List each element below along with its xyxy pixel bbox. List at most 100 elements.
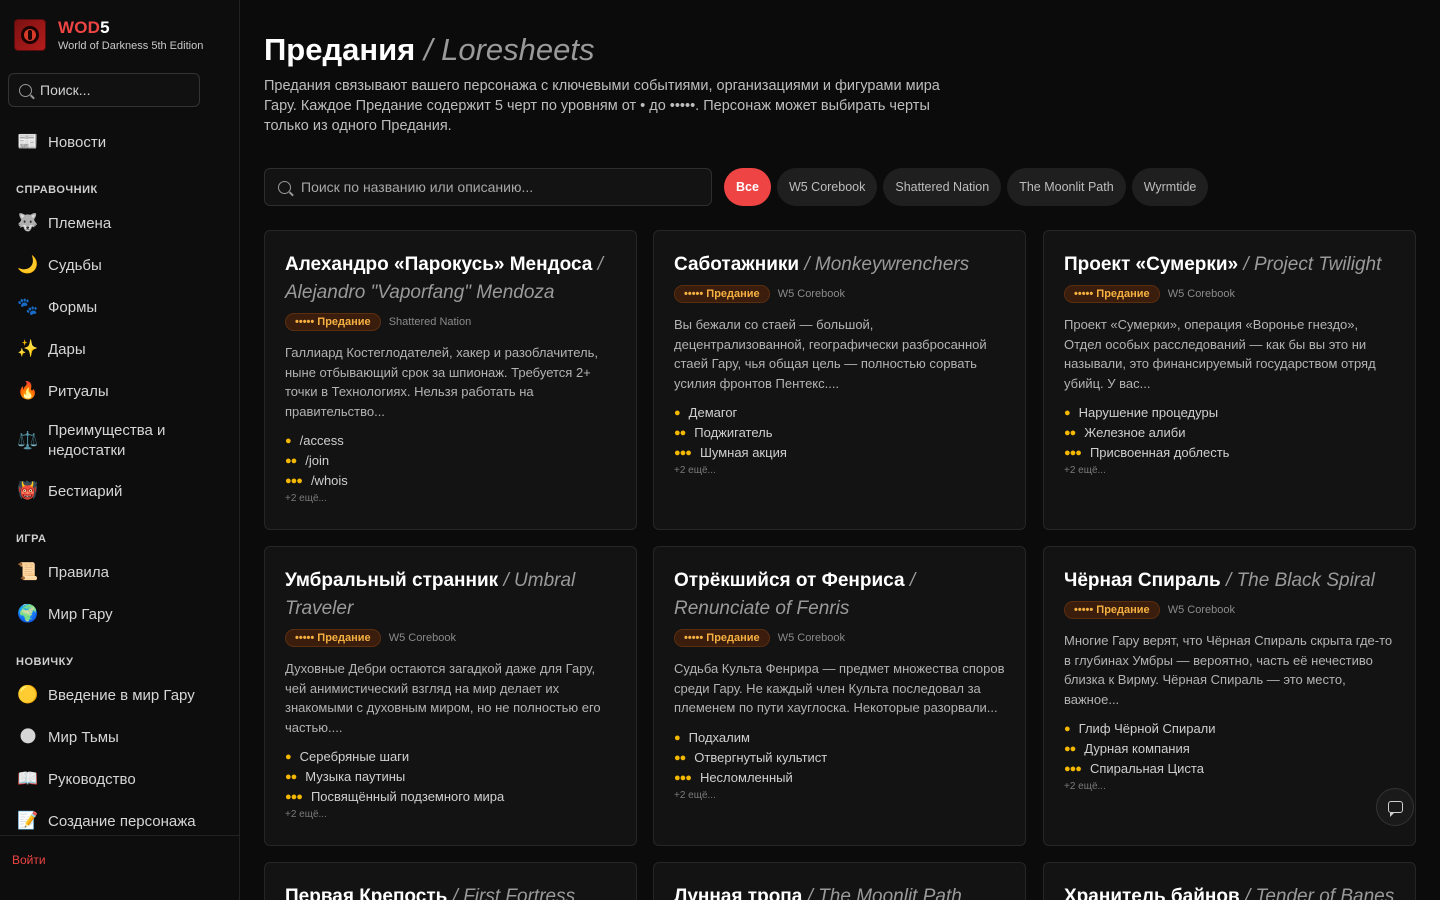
trait-item: ● Серебряные шаги <box>285 749 410 764</box>
card-description: Судьба Культа Фенрира — предмет множеств… <box>674 661 1005 715</box>
new-moon-icon: 🌑 <box>19 727 37 746</box>
trait-item: ●/access <box>285 433 344 448</box>
more-traits: +2 ещё... <box>674 789 716 801</box>
loresheet-badge: ••••• Предание <box>674 285 770 303</box>
sidebar-item-merits-flaws[interactable]: ⚖️ Преимущества и недостатки <box>16 421 226 461</box>
loresheet-badge: ••••• Предание <box>674 629 770 647</box>
trait-item: ● Подхалим <box>674 729 750 745</box>
book-icon: 📖 <box>17 769 39 788</box>
trait-item: ● Демагог <box>674 405 738 420</box>
card-title: Чёрная Спираль / The Black Spiral <box>1064 570 1375 591</box>
section-title-game: ИГРА <box>16 533 47 545</box>
more-traits: +2 ещё... <box>1064 465 1106 476</box>
loresheet-badge: ••••• Предание <box>285 629 381 647</box>
loresheet-card[interactable]: Умбральный странник / Umbral Traveler ••… <box>264 546 637 846</box>
more-traits: +2 ещё... <box>674 465 716 476</box>
full-moon-icon: 🟡 <box>17 685 39 704</box>
source-filters: Все W5 Corebook Shattered Nation The Moo… <box>724 168 1209 206</box>
loresheet-badge: ••••• Предание <box>285 313 381 331</box>
card-description: Проект «Сумерки», операция «Воронье гнез… <box>1064 317 1376 391</box>
globe-icon: 🌍 <box>17 604 39 623</box>
trait-item: ●●●/whois <box>285 473 348 488</box>
loresheet-card[interactable]: Хранитель байнов / Tender of Banes <box>1043 862 1416 900</box>
filter-all[interactable]: Все <box>724 168 771 206</box>
card-title: Проект «Сумерки» / Project Twilight <box>1064 254 1382 275</box>
card-title: Хранитель байнов / Tender of Banes <box>1064 886 1395 900</box>
card-title: Саботажники / Monkeywrenchers <box>674 254 970 275</box>
loresheet-card[interactable]: Лунная тропа / The Moonlit Path <box>653 862 1026 900</box>
sidebar-item-news[interactable]: 📰 Новости <box>16 132 226 152</box>
sidebar-item-forms[interactable]: 🐾 Формы <box>16 297 226 317</box>
section-title-reference: СПРАВОЧНИК <box>16 184 98 196</box>
sidebar-footer <box>0 835 240 900</box>
trait-item: ●●● Посвящённый подземного мира <box>285 789 505 804</box>
sidebar: WOD5 World of Darkness 5th Edition Поиск… <box>0 0 240 900</box>
brand-subtitle: World of Darkness 5th Edition <box>58 40 204 52</box>
memo-icon: 📝 <box>17 811 39 830</box>
trait-item: ● Глиф Чёрной Спирали <box>1064 721 1216 736</box>
newspaper-icon: 📰 <box>17 132 39 151</box>
sidebar-item-world-of-darkness[interactable]: 🌑 Мир Тьмы <box>16 727 226 747</box>
card-source: W5 Corebook <box>1167 604 1235 616</box>
sidebar-item-bestiary[interactable]: 👹 Бестиарий <box>16 481 226 501</box>
more-traits: +2 ещё... <box>285 493 327 504</box>
card-description: Многие Гару верят, что Чёрная Спираль ск… <box>1064 633 1393 707</box>
loresheet-card[interactable]: Первая Крепость / First Fortress <box>264 862 637 900</box>
trait-item: ●● Отвергнутый культист <box>674 749 828 765</box>
trait-item: ●●● Присвоенная доблесть <box>1064 445 1230 460</box>
card-title: Первая Крепость / First Fortress <box>285 886 576 900</box>
more-traits: +2 ещё... <box>1064 781 1106 792</box>
wod5-logo-icon <box>14 19 46 51</box>
card-title: Отрёкшийся от Фенриса / Renunciate of Fe… <box>674 570 916 619</box>
trait-item: ●●/join <box>285 453 330 468</box>
sidebar-item-intro[interactable]: 🟡 Введение в мир Гару <box>16 685 226 705</box>
page-title: Предания / Loresheets <box>264 32 595 67</box>
moon-icon: 🌙 <box>17 255 39 274</box>
trait-item: ●● Музыка паутины <box>285 769 406 784</box>
sidebar-item-character-creation[interactable]: 📝 Создание персонажа <box>16 811 226 831</box>
card-title: Лунная тропа / The Moonlit Path <box>674 886 962 900</box>
loresheet-search-input[interactable]: Поиск по названию или описанию... <box>264 168 712 206</box>
card-source: W5 Corebook <box>388 632 456 644</box>
loresheet-card[interactable]: Отрёкшийся от Фенриса / Renunciate of Fe… <box>653 546 1026 846</box>
card-title: Умбральный странник / Umbral Traveler <box>285 570 576 619</box>
chat-icon <box>1387 801 1403 817</box>
trait-item: ●●● Шумная акция <box>674 445 787 460</box>
sidebar-item-auspices[interactable]: 🌙 Судьбы <box>16 255 226 275</box>
scroll-icon: 📜 <box>17 562 39 581</box>
brand[interactable]: WOD5 World of Darkness 5th Edition <box>14 18 203 52</box>
trait-item: ●● Железное алиби <box>1064 425 1186 440</box>
chat-button[interactable] <box>1376 788 1414 826</box>
card-description: Галлиард Костеглодателей, хакер и разобл… <box>285 345 598 419</box>
sidebar-item-rituals[interactable]: 🔥 Ритуалы <box>16 381 226 401</box>
fire-icon: 🔥 <box>17 381 39 400</box>
card-source: W5 Corebook <box>777 632 845 644</box>
sidebar-item-tribes[interactable]: 🐺 Племена <box>16 213 226 233</box>
sidebar-item-gifts[interactable]: ✨ Дары <box>16 339 226 359</box>
filter-wyrmtide[interactable]: Wyrmtide <box>1131 168 1209 206</box>
wolf-icon: 🐺 <box>17 213 39 232</box>
search-icon <box>19 83 32 97</box>
filter-moonlit-path[interactable]: The Moonlit Path <box>1007 168 1126 206</box>
more-traits: +2 ещё... <box>285 809 327 820</box>
sidebar-search-input[interactable]: Поиск... <box>8 73 200 107</box>
sidebar-item-guide[interactable]: 📖 Руководство <box>16 769 226 789</box>
paw-icon: 🐾 <box>17 297 39 316</box>
trait-item: ●● Поджигатель <box>674 425 773 440</box>
card-description: Духовные Дебри остаются загадкой даже дл… <box>285 661 601 735</box>
loresheet-card[interactable]: Алехандро «Парокусь» Мендоса / Alejandro… <box>264 230 637 530</box>
sidebar-item-garou-world[interactable]: 🌍 Мир Гару <box>16 604 226 624</box>
loresheet-card[interactable]: Чёрная Спираль / The Black Spiral ••••• … <box>1043 546 1416 846</box>
card-description: Вы бежали со стаей — большой, децентрали… <box>674 317 987 391</box>
brand-name: WOD5 <box>58 18 110 37</box>
filter-w5-corebook[interactable]: W5 Corebook <box>776 168 878 206</box>
sidebar-item-rules[interactable]: 📜 Правила <box>16 562 226 582</box>
login-link[interactable]: Войти <box>12 853 46 867</box>
loresheet-card[interactable]: Саботажники / Monkeywrenchers ••••• Пред… <box>653 230 1026 530</box>
card-source: W5 Corebook <box>1167 288 1235 300</box>
loresheet-card[interactable]: Проект «Сумерки» / Project Twilight ••••… <box>1043 230 1416 530</box>
loresheet-badge: ••••• Предание <box>1064 285 1160 303</box>
filter-shattered-nation[interactable]: Shattered Nation <box>883 168 1002 206</box>
page-description: Предания связывают вашего персонажа с кл… <box>264 78 940 134</box>
trait-item: ●● Дурная компания <box>1064 741 1190 756</box>
